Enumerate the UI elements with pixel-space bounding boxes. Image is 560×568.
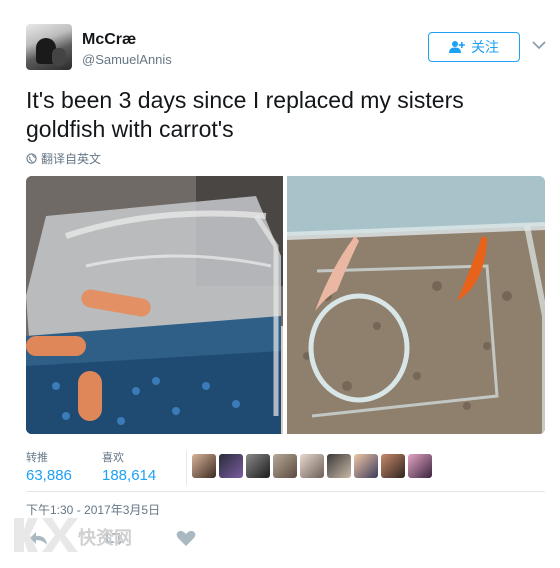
retweets-label: 转推 bbox=[26, 452, 48, 464]
heart-icon[interactable] bbox=[175, 528, 197, 548]
add-user-icon bbox=[449, 41, 465, 53]
translate-link[interactable]: 翻译自英文 bbox=[26, 150, 101, 167]
liker-avatar[interactable] bbox=[381, 454, 405, 478]
tweet-stats: 转推 63,886 喜欢 188,614 bbox=[26, 449, 545, 489]
translate-label: 翻译自英文 bbox=[41, 152, 102, 166]
reply-icon[interactable] bbox=[28, 528, 50, 548]
liker-avatar[interactable] bbox=[219, 454, 243, 478]
divider bbox=[26, 491, 545, 492]
liker-avatar[interactable] bbox=[327, 454, 351, 478]
tank-illustration bbox=[287, 176, 545, 434]
tweet-header: McCræ @SamuelAnnis 关注 bbox=[26, 24, 546, 72]
tweet-text: It's been 3 days since I replaced my sis… bbox=[26, 87, 464, 142]
likes-count: 188,614 bbox=[102, 467, 157, 484]
liker-avatar[interactable] bbox=[246, 454, 270, 478]
jar-illustration bbox=[26, 176, 283, 434]
retweets-count: 63,886 bbox=[26, 467, 72, 484]
jar-with-carrots-photo[interactable] bbox=[26, 176, 283, 434]
follow-button-label: 关注 bbox=[471, 39, 499, 55]
liker-avatars bbox=[192, 454, 432, 478]
likes-label: 喜欢 bbox=[102, 452, 124, 464]
liker-avatar[interactable] bbox=[354, 454, 378, 478]
goldfish-tank-photo[interactable] bbox=[287, 176, 545, 434]
avatar[interactable] bbox=[26, 24, 72, 70]
liker-avatar[interactable] bbox=[408, 454, 432, 478]
liker-avatar[interactable] bbox=[300, 454, 324, 478]
retweets-stat[interactable]: 转推 63,886 bbox=[26, 449, 72, 484]
user-name[interactable]: McCræ bbox=[82, 31, 136, 49]
tweet-media[interactable] bbox=[26, 176, 545, 434]
follow-button[interactable]: 关注 bbox=[428, 32, 520, 62]
timestamp[interactable]: 下午1:30 - 2017年3月5日 bbox=[26, 501, 160, 518]
stats-divider bbox=[186, 451, 187, 485]
globe-icon bbox=[26, 153, 37, 164]
liker-avatar[interactable] bbox=[192, 454, 216, 478]
watermark-text: 快资网 bbox=[78, 528, 132, 548]
user-handle[interactable]: @SamuelAnnis bbox=[82, 52, 172, 67]
chevron-down-icon[interactable] bbox=[532, 40, 546, 50]
liker-avatar[interactable] bbox=[273, 454, 297, 478]
likes-stat[interactable]: 喜欢 188,614 bbox=[102, 449, 156, 484]
